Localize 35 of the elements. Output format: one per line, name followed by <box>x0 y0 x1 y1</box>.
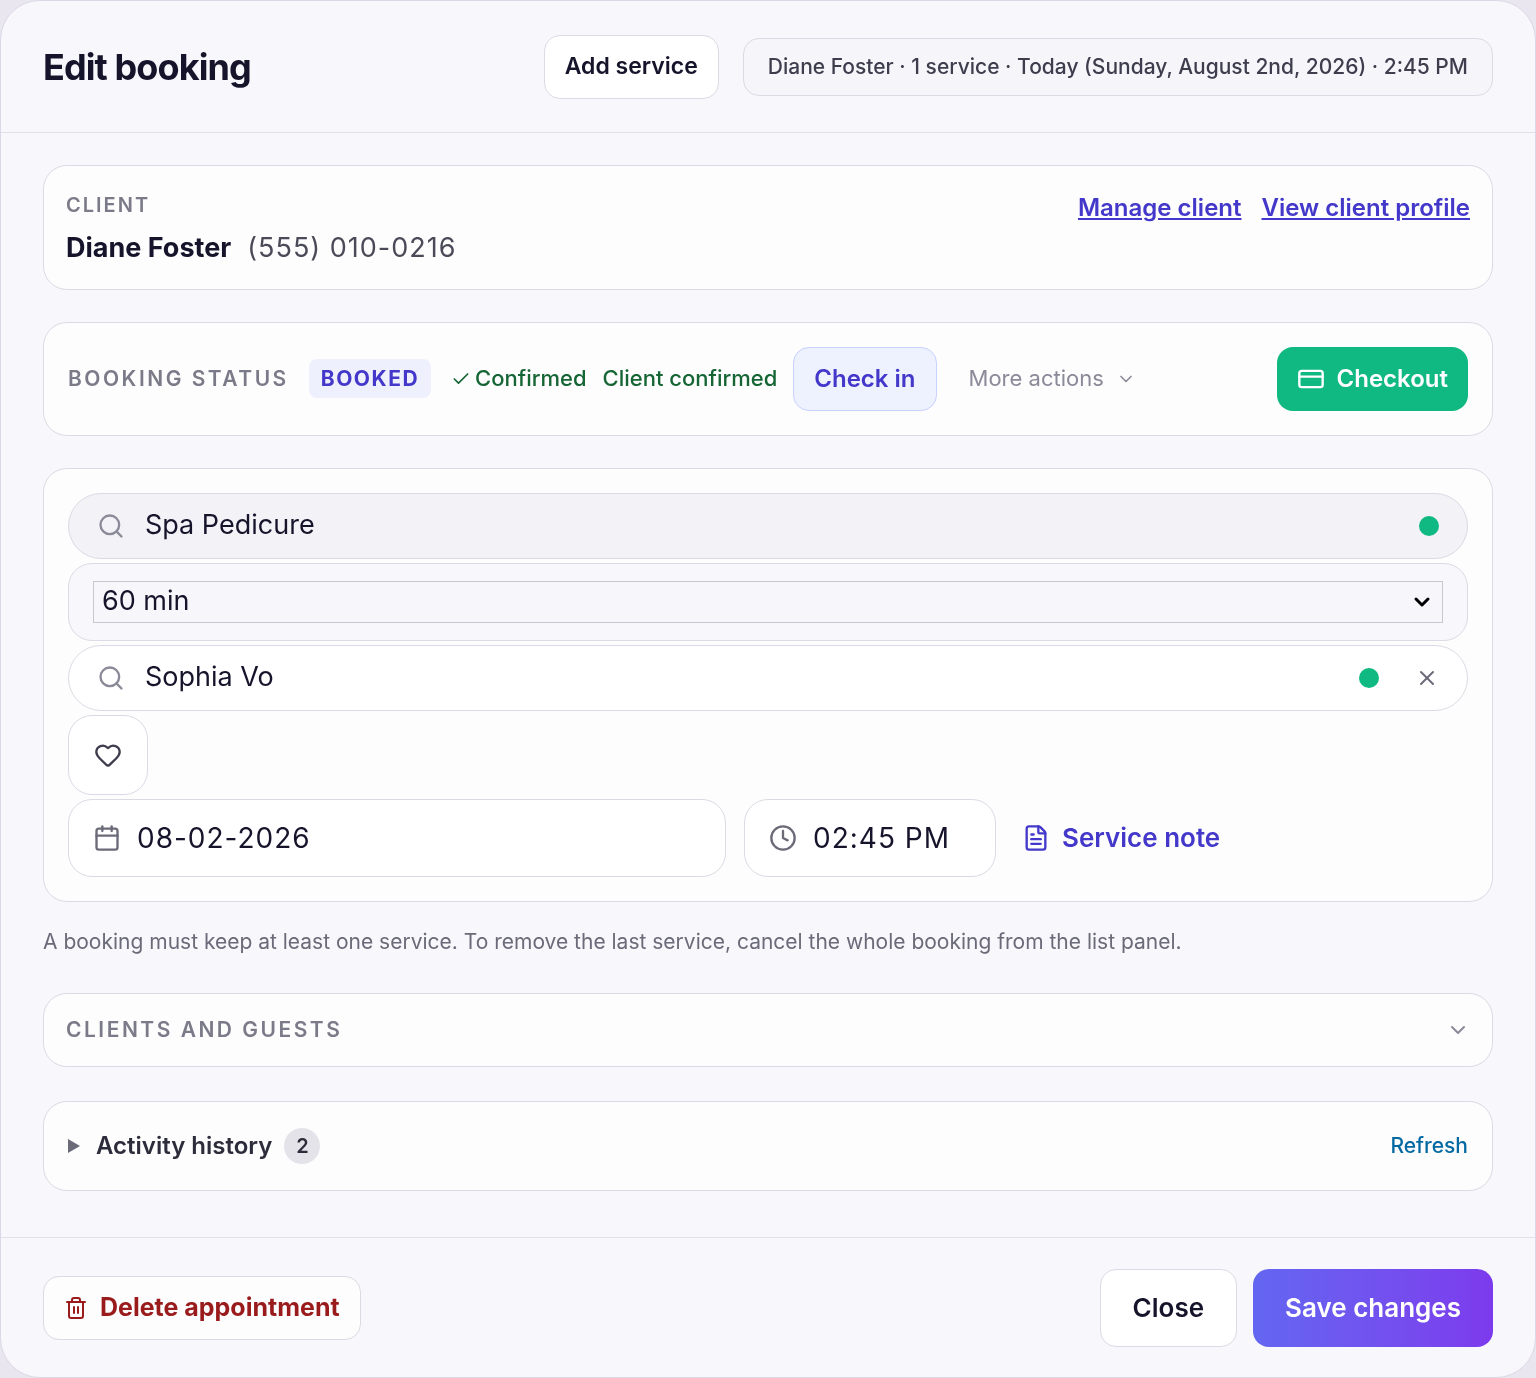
status-badge: BOOKED <box>308 358 432 399</box>
service-search-field[interactable]: Spa Pedicure <box>68 492 1468 559</box>
save-changes-button[interactable]: Save changes <box>1253 1268 1493 1347</box>
client-phone: (555) 010-0216 <box>247 230 457 266</box>
search-icon <box>97 511 125 540</box>
client-link[interactable]: View client profile <box>1261 190 1470 226</box>
client-link[interactable]: Manage client <box>1077 190 1242 226</box>
time-field[interactable]: 02:45 PM <box>744 798 996 877</box>
trash-icon <box>64 1295 88 1320</box>
duration-select[interactable]: 60 min <box>93 580 1443 623</box>
check-in-button[interactable]: Check in <box>793 346 937 411</box>
search-icon <box>97 663 125 692</box>
client-name: Diane Foster <box>66 230 232 266</box>
activity-label: Activity history <box>96 1130 273 1162</box>
staff-value: Sophia Vo <box>145 659 275 696</box>
count-badge: 2 <box>284 1128 321 1164</box>
service-value: Spa Pedicure <box>145 507 316 544</box>
clock-icon <box>769 823 797 852</box>
booking-summary: Diane Foster · 1 service · Today (Sunday, August 2nd, 2026) · 2:45 PM <box>742 37 1493 96</box>
hint-text: A booking must keep at least one service. To remove the last service, cancel the whole booking from the list panel. <box>43 927 1183 956</box>
service-note-button[interactable]: Service note <box>1022 818 1221 857</box>
client-heading: CLIENT <box>66 192 152 219</box>
status-heading: BOOKING STATUS <box>68 364 289 393</box>
delete-appointment-button[interactable]: Delete appointment <box>43 1275 361 1340</box>
close-button[interactable]: Close <box>1099 1268 1238 1347</box>
client-confirmed-label: Client confirmed <box>602 364 778 393</box>
calendar-icon <box>93 823 121 852</box>
favorite-button[interactable] <box>68 714 148 795</box>
confirmed-label: Confirmed <box>475 364 587 393</box>
refresh-link[interactable]: Refresh <box>1390 1130 1468 1162</box>
add-service-button[interactable]: Add service <box>543 34 719 99</box>
guests-section-header[interactable]: CLIENTS AND GUESTS <box>43 993 1493 1067</box>
date-field[interactable]: 08-02-2026 <box>68 798 726 877</box>
dialog-title: Edit booking <box>43 43 251 91</box>
staff-search-field[interactable]: Sophia Vo <box>68 644 1468 711</box>
